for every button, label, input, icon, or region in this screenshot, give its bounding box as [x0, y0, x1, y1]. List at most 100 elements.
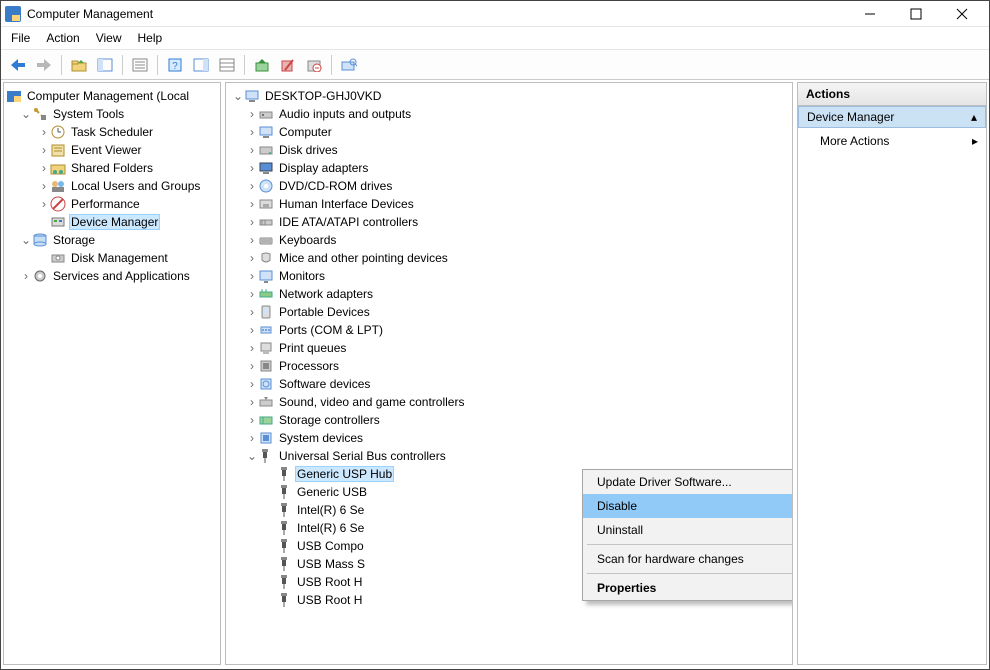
tree-task-scheduler[interactable]: › Task Scheduler [4, 123, 220, 141]
chevron-up-icon: ▴ [971, 110, 977, 124]
category-icon [258, 232, 274, 248]
tree-shared-folders[interactable]: › Shared Folders [4, 159, 220, 177]
tree-root[interactable]: Computer Management (Local [4, 87, 220, 105]
help-button[interactable]: ? [164, 54, 186, 76]
device-category[interactable]: ›Display adapters [230, 159, 792, 177]
expand-icon[interactable]: › [246, 269, 258, 283]
device-category[interactable]: ›Ports (COM & LPT) [230, 321, 792, 339]
expand-icon[interactable]: › [38, 197, 50, 211]
expand-icon[interactable]: › [246, 359, 258, 373]
expand-icon[interactable]: › [246, 431, 258, 445]
content-area: Computer Management (Local ⌄ System Tool… [1, 80, 989, 667]
close-button[interactable] [939, 1, 985, 27]
properties2-button[interactable] [129, 54, 151, 76]
ctx-uninstall[interactable]: Uninstall [583, 518, 793, 542]
menu-help[interactable]: Help [138, 31, 163, 45]
device-category[interactable]: ›Sound, video and game controllers [230, 393, 792, 411]
expand-icon[interactable]: › [38, 125, 50, 139]
device-category[interactable]: ›Portable Devices [230, 303, 792, 321]
expand-icon[interactable]: › [246, 215, 258, 229]
ctx-update-driver[interactable]: Update Driver Software... [583, 470, 793, 494]
expand-icon[interactable]: › [246, 287, 258, 301]
show-hide-tree-button[interactable] [94, 54, 116, 76]
view-list-button[interactable] [216, 54, 238, 76]
expand-icon[interactable]: › [246, 341, 258, 355]
perf-icon [50, 196, 66, 212]
expand-icon[interactable]: › [246, 107, 258, 121]
expand-icon[interactable]: › [246, 377, 258, 391]
device-root[interactable]: ⌄ DESKTOP-GHJ0VKD [230, 87, 792, 105]
expand-icon[interactable]: › [20, 269, 32, 283]
device-category[interactable]: ›Computer [230, 123, 792, 141]
console-tree-pane: Computer Management (Local ⌄ System Tool… [3, 82, 221, 665]
show-hide-action-button[interactable] [190, 54, 212, 76]
uninstall-button[interactable] [303, 54, 325, 76]
device-category[interactable]: ›Audio inputs and outputs [230, 105, 792, 123]
expand-icon[interactable]: › [246, 413, 258, 427]
tree-device-manager[interactable]: Device Manager [4, 213, 220, 231]
expand-icon[interactable]: › [38, 143, 50, 157]
menu-action[interactable]: Action [46, 31, 79, 45]
expand-icon[interactable]: › [38, 161, 50, 175]
device-category[interactable]: ›Storage controllers [230, 411, 792, 429]
update-driver-button[interactable] [251, 54, 273, 76]
tree-local-users[interactable]: › Local Users and Groups [4, 177, 220, 195]
device-category[interactable]: ›Network adapters [230, 285, 792, 303]
category-icon [258, 124, 274, 140]
tree-event-viewer[interactable]: › Event Viewer [4, 141, 220, 159]
device-tree-pane: ⌄ DESKTOP-GHJ0VKD ›Audio inputs and outp… [225, 82, 793, 665]
collapse-icon[interactable]: ⌄ [20, 107, 32, 121]
expand-icon[interactable]: › [246, 143, 258, 157]
device-category[interactable]: ›Disk drives [230, 141, 792, 159]
expand-icon[interactable]: › [246, 179, 258, 193]
up-button[interactable] [68, 54, 90, 76]
expand-icon[interactable]: › [246, 197, 258, 211]
device-category[interactable]: ›DVD/CD-ROM drives [230, 177, 792, 195]
device-category[interactable]: ›Keyboards [230, 231, 792, 249]
category-icon [258, 394, 274, 410]
tree-disk-management[interactable]: Disk Management [4, 249, 220, 267]
expand-icon[interactable]: › [246, 323, 258, 337]
ctx-scan-hardware[interactable]: Scan for hardware changes [583, 547, 793, 571]
menu-view[interactable]: View [96, 31, 122, 45]
device-category[interactable]: ⌄Universal Serial Bus controllers [230, 447, 792, 465]
maximize-button[interactable] [893, 1, 939, 27]
collapse-icon[interactable]: ⌄ [20, 233, 32, 247]
expand-icon[interactable]: › [246, 251, 258, 265]
device-category[interactable]: ›Print queues [230, 339, 792, 357]
scan-hardware-button[interactable] [338, 54, 360, 76]
device-manager-icon [50, 214, 66, 230]
tree-storage[interactable]: ⌄ Storage [4, 231, 220, 249]
expand-icon[interactable]: › [246, 395, 258, 409]
actions-more[interactable]: More Actions ▸ [798, 128, 986, 154]
ctx-disable[interactable]: Disable [583, 494, 793, 518]
minimize-button[interactable] [847, 1, 893, 27]
device-category[interactable]: ›Software devices [230, 375, 792, 393]
collapse-icon[interactable]: ⌄ [246, 449, 258, 463]
device-category[interactable]: ›Mice and other pointing devices [230, 249, 792, 267]
actions-section[interactable]: Device Manager ▴ [798, 106, 986, 128]
menu-file[interactable]: File [11, 31, 30, 45]
tree-performance[interactable]: › Performance [4, 195, 220, 213]
expand-icon[interactable]: › [246, 233, 258, 247]
forward-button[interactable] [33, 54, 55, 76]
tree-services[interactable]: › Services and Applications [4, 267, 220, 285]
expand-icon[interactable]: › [246, 161, 258, 175]
device-category[interactable]: ›Monitors [230, 267, 792, 285]
device-category[interactable]: ›Processors [230, 357, 792, 375]
collapse-icon[interactable]: ⌄ [232, 89, 244, 103]
back-button[interactable] [7, 54, 29, 76]
expand-icon[interactable]: › [246, 125, 258, 139]
tree-system-tools[interactable]: ⌄ System Tools [4, 105, 220, 123]
category-icon [258, 358, 274, 374]
disable-device-button[interactable] [277, 54, 299, 76]
expand-icon[interactable]: › [38, 179, 50, 193]
expand-icon[interactable]: › [246, 305, 258, 319]
category-icon [258, 430, 274, 446]
device-category[interactable]: ›System devices [230, 429, 792, 447]
device-category[interactable]: ›IDE ATA/ATAPI controllers [230, 213, 792, 231]
ctx-separator [587, 544, 792, 545]
device-category[interactable]: ›Human Interface Devices [230, 195, 792, 213]
category-icon [258, 304, 274, 320]
ctx-properties[interactable]: Properties [583, 576, 793, 600]
